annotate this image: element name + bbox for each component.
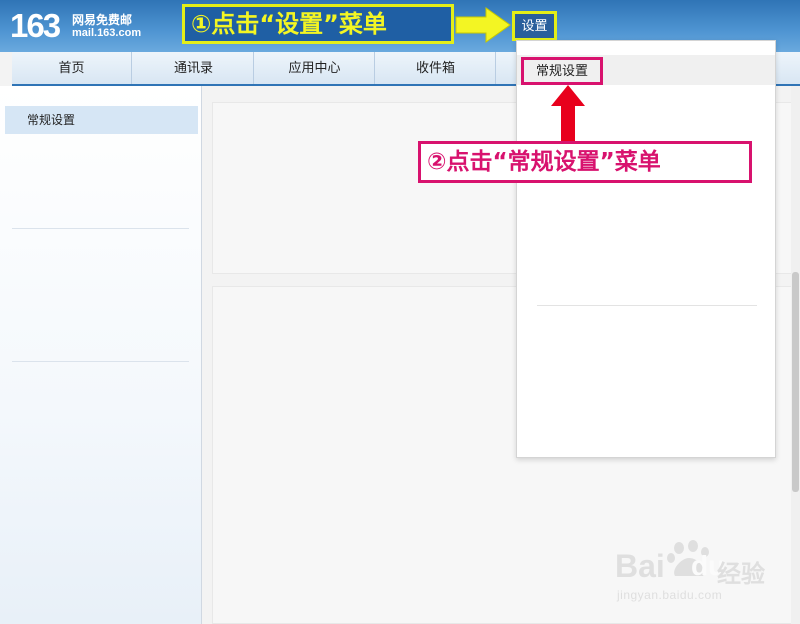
scrollbar-thumb[interactable] <box>792 272 799 492</box>
watermark-brand: Bai <box>615 548 665 584</box>
red-arrow-up-icon <box>551 85 585 141</box>
tab-inbox[interactable]: 收件箱 <box>376 52 496 84</box>
tab-contacts[interactable]: 通讯录 <box>134 52 254 84</box>
step2-callout: ②点击“常规设置”菜单 <box>418 141 752 183</box>
watermark-url: jingyan.baidu.com <box>617 588 723 602</box>
dropdown-item-general-settings[interactable]: 常规设置 <box>521 57 603 85</box>
mail-logo[interactable]: 163 网易免费邮 mail.163.com <box>10 6 160 46</box>
sidebar-divider <box>12 361 189 362</box>
yellow-arrow-right-icon <box>455 7 511 43</box>
logo-brand-text: 网易免费邮 <box>72 13 133 27</box>
baidu-watermark: Bai du 经验 jingyan.baidu.com <box>615 540 795 610</box>
settings-sidebar: 常规设置 <box>0 86 202 624</box>
sidebar-item-general-settings[interactable]: 常规设置 <box>5 106 198 134</box>
tab-home[interactable]: 首页 <box>12 52 132 84</box>
settings-menu-button[interactable]: 设置 <box>512 11 557 41</box>
dropdown-divider <box>537 305 757 306</box>
sidebar-divider <box>12 228 189 229</box>
watermark-cn: 经验 <box>717 561 765 588</box>
tab-app-center[interactable]: 应用中心 <box>255 52 375 84</box>
step1-callout: ①点击“设置”菜单 <box>182 4 454 44</box>
logo-domain-text: mail.163.com <box>72 27 142 39</box>
logo-number: 163 <box>10 7 61 44</box>
